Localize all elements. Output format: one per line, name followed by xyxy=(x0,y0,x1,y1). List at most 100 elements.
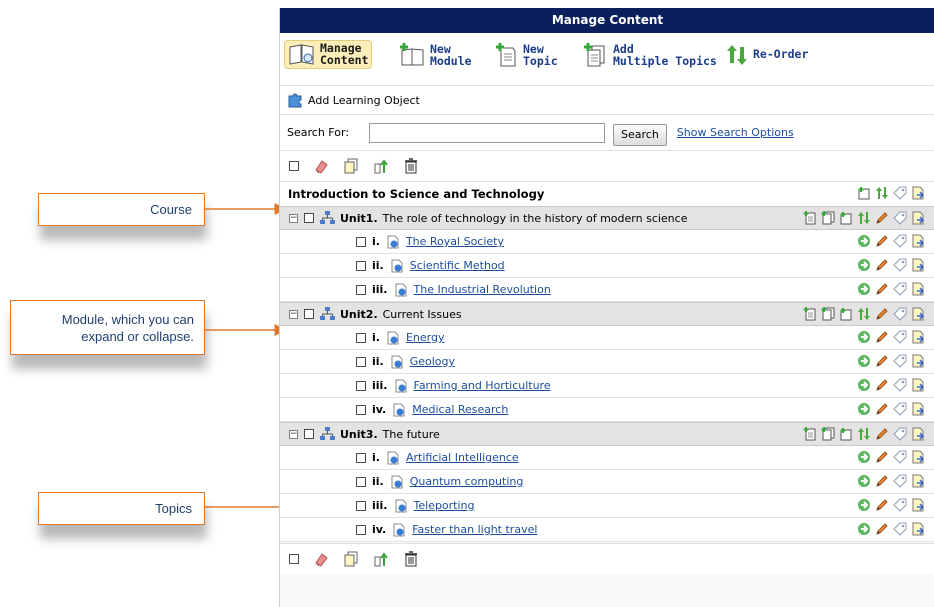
move-arrow-icon[interactable] xyxy=(857,330,871,344)
pencil-icon[interactable] xyxy=(875,234,889,248)
multiple-topics-small-icon[interactable] xyxy=(821,211,835,225)
module-checkbox[interactable] xyxy=(304,429,314,439)
new-topic-button[interactable]: New Topic xyxy=(495,43,558,67)
topic-checkbox[interactable] xyxy=(356,332,366,343)
topic-link[interactable]: Faster than light travel xyxy=(412,523,537,536)
move-arrow-icon[interactable] xyxy=(857,354,871,368)
export-page-icon[interactable] xyxy=(911,498,925,512)
new-module-small-icon[interactable] xyxy=(839,307,853,321)
collapse-toggle[interactable]: − xyxy=(289,429,298,439)
move-arrow-icon[interactable] xyxy=(857,258,871,272)
export-page-icon[interactable] xyxy=(911,211,925,225)
new-module-small-icon[interactable] xyxy=(857,186,871,200)
new-module-small-icon[interactable] xyxy=(839,211,853,225)
move-arrow-icon[interactable] xyxy=(857,450,871,464)
new-module-button[interactable]: New Module xyxy=(398,43,472,67)
tag-icon[interactable] xyxy=(893,258,907,272)
topic-checkbox[interactable] xyxy=(356,476,366,487)
show-search-options-link[interactable]: Show Search Options xyxy=(677,126,794,139)
tag-icon[interactable] xyxy=(893,307,907,321)
module-checkbox[interactable] xyxy=(304,309,314,319)
pencil-icon[interactable] xyxy=(875,307,889,321)
topic-checkbox[interactable] xyxy=(356,404,366,415)
export-page-icon[interactable] xyxy=(911,307,925,321)
tag-icon[interactable] xyxy=(893,450,907,464)
tag-icon[interactable] xyxy=(893,522,907,536)
collapse-toggle[interactable]: − xyxy=(289,213,298,223)
topic-checkbox[interactable] xyxy=(356,236,366,247)
tag-icon[interactable] xyxy=(893,402,907,416)
move-icon[interactable] xyxy=(373,158,389,174)
pencil-icon[interactable] xyxy=(875,330,889,344)
pencil-icon[interactable] xyxy=(875,258,889,272)
export-page-icon[interactable] xyxy=(911,427,925,441)
tag-icon[interactable] xyxy=(893,427,907,441)
trash-icon[interactable] xyxy=(403,158,419,174)
multiple-topics-small-icon[interactable] xyxy=(821,307,835,321)
collapse-toggle[interactable]: − xyxy=(289,309,298,319)
eraser-icon[interactable] xyxy=(313,158,329,174)
export-page-icon[interactable] xyxy=(911,354,925,368)
export-page-icon[interactable] xyxy=(911,282,925,296)
topic-checkbox[interactable] xyxy=(356,284,366,295)
eraser-icon[interactable] xyxy=(313,551,329,567)
topic-link[interactable]: Scientific Method xyxy=(410,259,505,272)
pencil-icon[interactable] xyxy=(875,474,889,488)
export-page-icon[interactable] xyxy=(911,522,925,536)
export-page-icon[interactable] xyxy=(911,186,925,200)
add-learning-object-label[interactable]: Add Learning Object xyxy=(308,94,420,107)
topic-checkbox[interactable] xyxy=(356,524,366,535)
add-multiple-topics-button[interactable]: Add Multiple Topics xyxy=(583,43,717,67)
tag-icon[interactable] xyxy=(893,234,907,248)
topic-checkbox[interactable] xyxy=(356,500,366,511)
trash-icon[interactable] xyxy=(403,551,419,567)
tag-icon[interactable] xyxy=(893,330,907,344)
export-page-icon[interactable] xyxy=(911,378,925,392)
copy-icon[interactable] xyxy=(343,158,359,174)
reorder-small-icon[interactable] xyxy=(857,211,871,225)
new-topic-small-icon[interactable] xyxy=(803,307,817,321)
topic-link[interactable]: Geology xyxy=(410,355,455,368)
search-input[interactable] xyxy=(369,122,605,143)
move-icon[interactable] xyxy=(373,551,389,567)
move-arrow-icon[interactable] xyxy=(857,234,871,248)
reorder-small-icon[interactable] xyxy=(857,427,871,441)
pencil-icon[interactable] xyxy=(875,378,889,392)
export-page-icon[interactable] xyxy=(911,234,925,248)
topic-link[interactable]: The Industrial Revolution xyxy=(414,283,551,296)
move-arrow-icon[interactable] xyxy=(857,402,871,416)
topic-link[interactable]: Medical Research xyxy=(412,403,508,416)
reorder-small-icon[interactable] xyxy=(875,186,889,200)
manage-content-button[interactable]: Manage Content xyxy=(284,40,373,69)
tag-icon[interactable] xyxy=(893,354,907,368)
topic-link[interactable]: Energy xyxy=(406,331,445,344)
topic-link[interactable]: The Royal Society xyxy=(406,235,504,248)
select-all-checkbox-bottom[interactable] xyxy=(289,554,299,564)
topic-checkbox[interactable] xyxy=(356,356,366,367)
select-all-checkbox[interactable] xyxy=(289,161,299,171)
tag-icon[interactable] xyxy=(893,378,907,392)
topic-link[interactable]: Quantum computing xyxy=(410,475,524,488)
add-learning-object-row[interactable]: Add Learning Object xyxy=(280,86,934,115)
topic-link[interactable]: Artificial Intelligence xyxy=(406,451,519,464)
tag-icon[interactable] xyxy=(893,186,907,200)
module-checkbox[interactable] xyxy=(304,213,314,223)
copy-icon[interactable] xyxy=(343,551,359,567)
pencil-icon[interactable] xyxy=(875,427,889,441)
new-topic-small-icon[interactable] xyxy=(803,211,817,225)
reorder-small-icon[interactable] xyxy=(857,307,871,321)
search-button[interactable]: Search xyxy=(613,124,667,146)
move-arrow-icon[interactable] xyxy=(857,282,871,296)
topic-link[interactable]: Farming and Horticulture xyxy=(414,379,551,392)
multiple-topics-small-icon[interactable] xyxy=(821,427,835,441)
pencil-icon[interactable] xyxy=(875,402,889,416)
tag-icon[interactable] xyxy=(893,498,907,512)
topic-checkbox[interactable] xyxy=(356,260,366,271)
move-arrow-icon[interactable] xyxy=(857,498,871,512)
topic-checkbox[interactable] xyxy=(356,380,366,391)
tag-icon[interactable] xyxy=(893,474,907,488)
export-page-icon[interactable] xyxy=(911,474,925,488)
move-arrow-icon[interactable] xyxy=(857,378,871,392)
new-module-small-icon[interactable] xyxy=(839,427,853,441)
export-page-icon[interactable] xyxy=(911,450,925,464)
